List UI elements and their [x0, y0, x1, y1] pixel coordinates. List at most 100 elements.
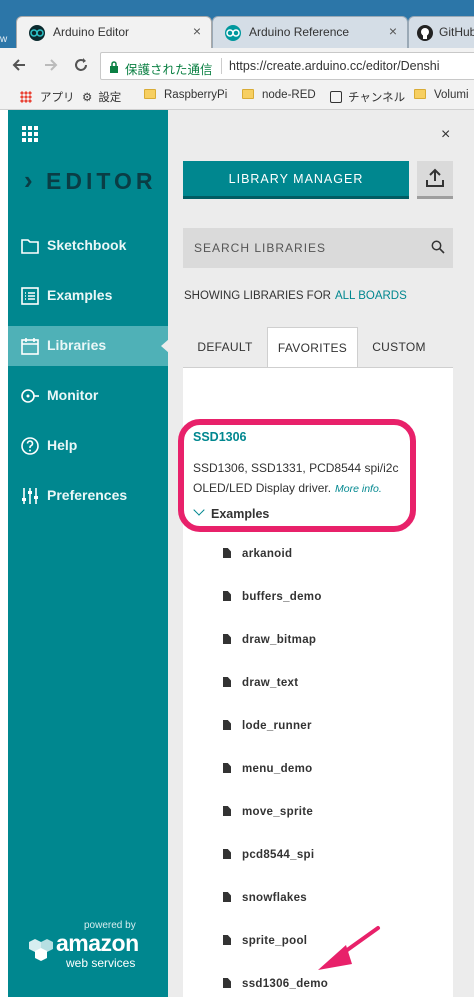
aws-amazon: amazon — [56, 930, 139, 956]
example-name: draw_bitmap — [242, 634, 317, 646]
close-panel-icon[interactable]: × — [441, 126, 450, 144]
secure-connection-label: 保護された通信 — [125, 63, 213, 77]
sidebar-item-libraries[interactable]: Libraries — [8, 326, 169, 366]
tab-default[interactable]: DEFAULT — [183, 327, 267, 367]
sidebar-item-label: Sketchbook — [47, 237, 127, 253]
sidebar-item-label: Libraries — [47, 337, 107, 353]
bookmark-label: node-RED — [262, 89, 316, 101]
folder-icon — [242, 89, 254, 99]
bookmarks-bar: アプリ ⚙ 設定 RaspberryPi node-RED チャンネル Volum… — [0, 84, 474, 110]
example-name: move_sprite — [242, 806, 314, 818]
library-manager-button[interactable]: LIBRARY MANAGER — [183, 161, 409, 199]
tab-github[interactable]: GitHub — [408, 16, 474, 48]
gear-icon: ⚙ — [82, 92, 93, 104]
sidebar-item-help[interactable]: Help — [8, 426, 168, 466]
folder-icon — [144, 89, 156, 99]
example-name: buffers_demo — [242, 591, 322, 603]
address-bar[interactable]: 保護された通信 https://create.arduino.cc/editor… — [100, 52, 474, 80]
example-name: arkanoid — [242, 548, 293, 560]
url-text: https://create.arduino.cc/editor/Denshi — [229, 59, 440, 73]
example-item[interactable]: snowflakes — [223, 892, 307, 904]
board-filter: SHOWING LIBRARIES FOR ALL BOARDS — [184, 290, 407, 302]
example-item[interactable]: pcd8544_spi — [223, 849, 314, 861]
aws-logo: powered by amazon web services — [26, 918, 146, 970]
sidebar-item-examples[interactable]: Examples — [8, 276, 168, 316]
tab-title: Arduino Editor — [53, 25, 130, 39]
arduino-favicon-icon — [225, 25, 241, 41]
example-name: ssd1306_demo — [242, 978, 329, 990]
list-icon — [20, 286, 40, 306]
sidebar-item-label: Monitor — [47, 387, 99, 403]
tab-custom[interactable]: CUSTOM — [358, 327, 440, 367]
folder-icon — [414, 89, 426, 99]
tab-title: Arduino Reference — [249, 25, 350, 39]
annotation-highlight-box — [178, 419, 416, 532]
bookmark-channel[interactable]: チャンネル — [330, 89, 405, 105]
file-icon — [223, 720, 231, 730]
help-icon — [20, 436, 40, 456]
sidebar-item-label: Preferences — [47, 487, 128, 503]
bookmark-apps[interactable]: アプリ — [20, 89, 75, 105]
aws-cubes-icon — [26, 932, 56, 962]
search-libraries-input[interactable]: SEARCH LIBRARIES — [183, 228, 453, 268]
tab-arduino-editor[interactable]: Arduino Editor × — [16, 16, 212, 48]
search-icon[interactable] — [431, 240, 445, 254]
file-icon — [223, 892, 231, 902]
example-item[interactable]: lode_runner — [223, 720, 312, 732]
bookmark-node-red[interactable]: node-RED — [242, 89, 316, 101]
browser-tab-strip: w Arduino Editor × Arduino Reference × G… — [0, 0, 474, 48]
omnibox-divider — [221, 58, 222, 74]
file-icon — [223, 978, 231, 988]
tab-favorites[interactable]: FAVORITES — [267, 327, 358, 369]
github-favicon-icon — [417, 25, 433, 41]
bookmark-label: チャンネル — [348, 92, 406, 104]
bookmark-raspberrypi[interactable]: RaspberryPi — [144, 89, 227, 101]
bookmark-label: Volumi — [434, 89, 469, 101]
apps-grid-icon — [20, 91, 32, 103]
arduino-favicon-icon — [29, 25, 45, 41]
sidebar-item-preferences[interactable]: Preferences — [8, 476, 168, 516]
logo-chevron-icon: › — [24, 165, 33, 195]
example-item[interactable]: arkanoid — [223, 548, 292, 560]
file-icon — [223, 634, 231, 644]
bookmark-volumi[interactable]: Volumi — [414, 89, 469, 101]
back-icon[interactable] — [10, 56, 28, 77]
offscreen-edge-text: w — [0, 34, 8, 45]
sidebar-item-sketchbook[interactable]: Sketchbook — [8, 226, 168, 266]
bookmark-settings[interactable]: ⚙ 設定 — [82, 89, 121, 105]
example-item[interactable]: move_sprite — [223, 806, 313, 818]
aws-web-services: web services — [66, 956, 136, 970]
libraries-panel: × LIBRARY MANAGER SEARCH LIBRARIES SHOWI… — [168, 110, 474, 997]
bookmark-label: RaspberryPi — [164, 89, 228, 101]
editor-logo: › EDITOR — [24, 166, 164, 194]
lock-icon — [109, 60, 119, 73]
file-icon — [223, 677, 231, 687]
monitor-icon — [20, 386, 40, 406]
example-item[interactable]: ssd1306_demo — [223, 978, 328, 990]
upload-button[interactable] — [417, 161, 453, 199]
all-boards-link[interactable]: ALL BOARDS — [335, 290, 407, 302]
example-item[interactable]: draw_bitmap — [223, 634, 316, 646]
forward-icon[interactable] — [42, 56, 60, 77]
example-item[interactable]: buffers_demo — [223, 591, 322, 603]
file-icon — [223, 849, 231, 859]
example-item[interactable]: draw_text — [223, 677, 298, 689]
sidebar-item-monitor[interactable]: Monitor — [8, 376, 168, 416]
calendar-icon — [20, 336, 40, 356]
example-item[interactable]: menu_demo — [223, 763, 312, 775]
example-name: draw_text — [242, 677, 299, 689]
apps-menu-icon[interactable] — [22, 126, 38, 142]
tab-arduino-reference[interactable]: Arduino Reference × — [212, 16, 408, 48]
tab-close-icon[interactable]: × — [389, 23, 397, 39]
folder-outline-icon — [20, 236, 40, 256]
logo-text: EDITOR — [46, 168, 157, 194]
file-icon — [223, 548, 231, 558]
sidebar-item-label: Help — [47, 437, 78, 453]
library-tabs: DEFAULT FAVORITES CUSTOM — [183, 327, 453, 369]
example-item[interactable]: sprite_pool — [223, 935, 307, 947]
sliders-icon — [20, 486, 40, 506]
bookmark-label: アプリ — [40, 92, 75, 104]
tab-close-icon[interactable]: × — [193, 23, 201, 39]
tab-title: GitHub — [439, 25, 474, 39]
reload-icon[interactable] — [72, 56, 90, 77]
